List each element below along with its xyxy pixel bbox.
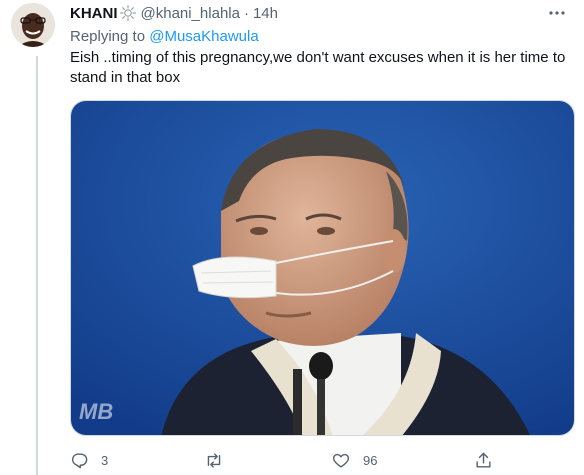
- share-icon: [476, 452, 491, 468]
- more-options-button[interactable]: [546, 2, 568, 24]
- retweet-icon: [207, 452, 221, 468]
- retweet-button[interactable]: [204, 449, 236, 471]
- tweet-media-image[interactable]: MB: [70, 100, 575, 436]
- tweet-text: Eish ..timing of this pregnancy,we don't…: [70, 49, 566, 86]
- user-handle[interactable]: @khani_hlahla: [141, 5, 240, 22]
- sun-emoji-icon: [119, 4, 137, 22]
- tweet-actions: 3 96: [70, 449, 500, 471]
- replying-to-link[interactable]: @MusaKhawula: [149, 28, 258, 45]
- display-name[interactable]: KHANI: [70, 5, 118, 22]
- replying-prefix: Replying to: [70, 28, 150, 45]
- more-horizontal-icon: [549, 11, 565, 15]
- reply-button[interactable]: 3: [70, 449, 108, 471]
- reply-count: 3: [101, 452, 109, 468]
- photo-man-mask-on-nose: [71, 101, 574, 435]
- avatar[interactable]: [11, 3, 55, 47]
- reply-icon: [71, 452, 88, 468]
- thread-connector-line: [36, 56, 38, 475]
- like-button[interactable]: 96: [331, 449, 377, 471]
- share-button[interactable]: [474, 449, 505, 471]
- separator-dot: ·: [243, 4, 249, 22]
- timestamp[interactable]: 14h: [253, 5, 278, 22]
- replying-to-line: Replying to @MusaKhawula: [70, 28, 259, 45]
- heart-icon: [332, 453, 350, 468]
- avatar-image: [11, 3, 55, 47]
- like-count: 96: [363, 452, 378, 468]
- tweet-header: KHANI @khani_hlahla · 14h: [70, 3, 278, 23]
- media-watermark: MB: [79, 399, 114, 424]
